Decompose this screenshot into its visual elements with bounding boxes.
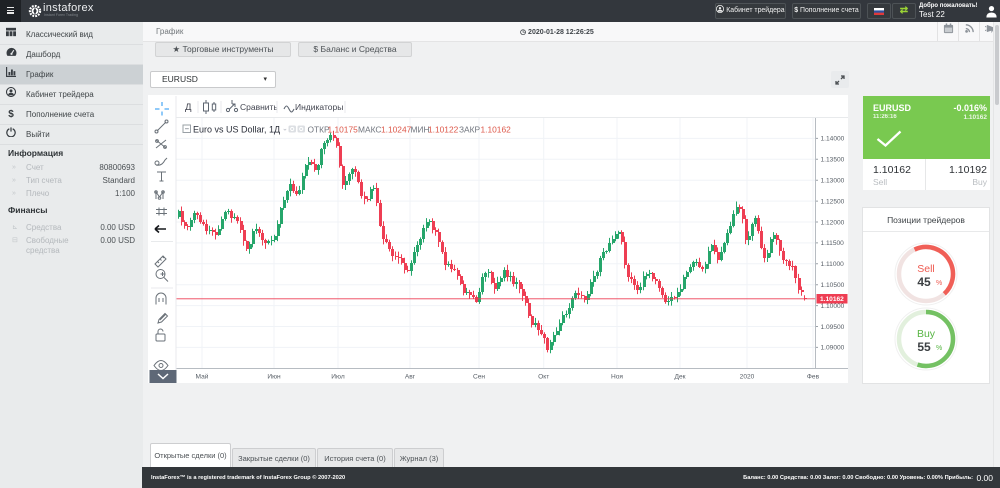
- svg-text:Индикаторы: Индикаторы: [295, 102, 343, 112]
- svg-text:Фев: Фев: [807, 374, 820, 381]
- svg-text:МИН: МИН: [411, 125, 430, 135]
- svg-text:Июн: Июн: [267, 374, 281, 381]
- svg-text:1.12000: 1.12000: [821, 219, 845, 226]
- svg-text:1.10122: 1.10122: [428, 125, 459, 135]
- svg-text:1.11000: 1.11000: [821, 261, 845, 268]
- svg-text:1.10247: 1.10247: [381, 125, 412, 135]
- svg-text:1.11500: 1.11500: [821, 240, 845, 247]
- svg-text:Buy: Buy: [917, 328, 936, 340]
- svg-text:%: %: [936, 280, 942, 287]
- svg-text:1.12500: 1.12500: [821, 198, 845, 205]
- svg-text:1.10500: 1.10500: [821, 282, 845, 289]
- svg-text:Сравнить: Сравнить: [240, 102, 278, 112]
- svg-text:55: 55: [917, 340, 931, 354]
- svg-text:Дек: Дек: [674, 374, 685, 381]
- svg-text:Май: Май: [196, 373, 209, 381]
- svg-text:45: 45: [917, 275, 931, 289]
- svg-text:Д: Д: [185, 102, 192, 113]
- svg-text:1.10162: 1.10162: [481, 125, 512, 135]
- svg-text:1.09000: 1.09000: [821, 345, 845, 352]
- svg-text:%: %: [936, 345, 942, 352]
- svg-text:Июл: Июл: [331, 374, 345, 381]
- svg-text:1.10175: 1.10175: [328, 125, 359, 135]
- svg-text:1.13500: 1.13500: [821, 157, 845, 164]
- svg-text:Сен: Сен: [473, 374, 485, 381]
- svg-text:1.10000: 1.10000: [821, 303, 845, 310]
- svg-text:Окт: Окт: [538, 374, 549, 381]
- svg-text:Авг: Авг: [405, 374, 416, 381]
- svg-text:Sell: Sell: [917, 263, 935, 275]
- svg-text:Ноя: Ноя: [611, 374, 623, 381]
- svg-text:⌄: ⌄: [282, 126, 288, 133]
- svg-text:1.09500: 1.09500: [821, 324, 845, 331]
- svg-text:1.14000: 1.14000: [821, 136, 845, 143]
- svg-text:МАКС: МАКС: [358, 125, 381, 135]
- svg-text:1.13000: 1.13000: [821, 178, 845, 185]
- svg-text:1.10162: 1.10162: [820, 296, 844, 303]
- svg-text:2020: 2020: [740, 374, 755, 381]
- svg-text:ЗАКР: ЗАКР: [459, 125, 481, 135]
- svg-text:Euro vs US Dollar, 1Д: Euro vs US Dollar, 1Д: [193, 125, 280, 135]
